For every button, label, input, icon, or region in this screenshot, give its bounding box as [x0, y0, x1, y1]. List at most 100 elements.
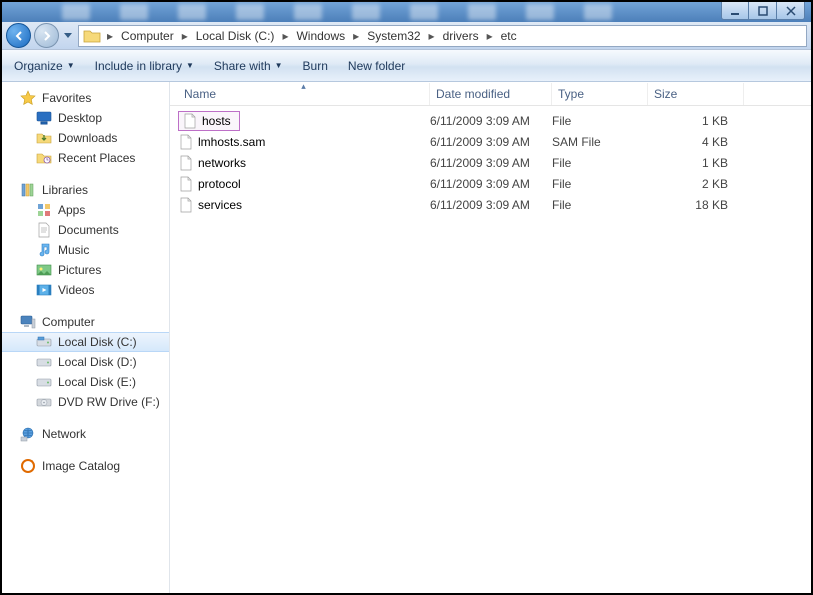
organize-menu[interactable]: Organize ▼: [14, 59, 75, 73]
file-size: 2 KB: [648, 177, 744, 191]
breadcrumb-item[interactable]: Windows: [292, 29, 349, 43]
breadcrumb[interactable]: ▸ Computer ▸ Local Disk (C:) ▸ Windows ▸…: [78, 25, 807, 47]
file-row[interactable]: networks 6/11/2009 3:09 AM File 1 KB: [178, 152, 811, 173]
column-header-type[interactable]: Type: [552, 83, 648, 105]
chevron-right-icon[interactable]: ▸: [178, 29, 192, 43]
file-date: 6/11/2009 3:09 AM: [430, 114, 552, 128]
column-header-size[interactable]: Size: [648, 83, 744, 105]
file-type: File: [552, 177, 648, 191]
chevron-down-icon: ▼: [275, 61, 283, 70]
favorites-header[interactable]: Favorites: [2, 88, 169, 108]
sidebar-item-label: Music: [58, 243, 89, 257]
close-button[interactable]: [777, 2, 805, 20]
minimize-button[interactable]: [721, 2, 749, 20]
chevron-down-icon: ▼: [186, 61, 194, 70]
sidebar-item-downloads[interactable]: Downloads: [2, 128, 169, 148]
star-icon: [20, 90, 36, 106]
file-size: 4 KB: [648, 135, 744, 149]
include-library-menu[interactable]: Include in library▼: [95, 59, 194, 73]
apps-icon: [36, 202, 52, 218]
file-type: File: [552, 198, 648, 212]
disk-icon: [36, 374, 52, 390]
file-icon: [178, 197, 194, 213]
sidebar-item-music[interactable]: Music: [2, 240, 169, 260]
chevron-right-icon[interactable]: ▸: [103, 29, 117, 43]
file-row[interactable]: lmhosts.sam 6/11/2009 3:09 AM SAM File 4…: [178, 131, 811, 152]
file-name: services: [198, 198, 242, 212]
file-icon: [182, 113, 198, 129]
column-header-name[interactable]: Name ▴: [178, 83, 430, 105]
sort-ascending-icon: ▴: [301, 81, 306, 92]
forward-button[interactable]: [34, 23, 59, 48]
sidebar-item-desktop[interactable]: Desktop: [2, 108, 169, 128]
pictures-icon: [36, 262, 52, 278]
file-size: 1 KB: [648, 114, 744, 128]
chevron-right-icon[interactable]: ▸: [483, 29, 497, 43]
dvd-icon: [36, 394, 52, 410]
navigation-pane: Favorites Desktop Downloads Recent Place…: [2, 82, 170, 593]
libraries-label: Libraries: [42, 183, 88, 197]
breadcrumb-item[interactable]: etc: [497, 29, 521, 43]
sidebar-item-label: Recent Places: [58, 151, 135, 165]
sidebar-item-recent-places[interactable]: Recent Places: [2, 148, 169, 168]
sidebar-item-label: Desktop: [58, 111, 102, 125]
sidebar-item-local-disk-c[interactable]: Local Disk (C:): [2, 332, 169, 352]
file-type: File: [552, 156, 648, 170]
network-label: Network: [42, 427, 86, 441]
sidebar-item-label: Local Disk (D:): [58, 355, 137, 369]
libraries-header[interactable]: Libraries: [2, 180, 169, 200]
window-titlebar: [2, 2, 811, 22]
sidebar-item-local-disk-d[interactable]: Local Disk (D:): [2, 352, 169, 372]
maximize-button[interactable]: [749, 2, 777, 20]
breadcrumb-item[interactable]: Computer: [117, 29, 178, 43]
breadcrumb-item[interactable]: drivers: [439, 29, 483, 43]
chevron-right-icon[interactable]: ▸: [349, 29, 363, 43]
column-header-date[interactable]: Date modified: [430, 83, 552, 105]
disk-icon: [36, 334, 52, 350]
command-toolbar: Organize ▼ Include in library▼ Share with…: [2, 50, 811, 82]
chevron-down-icon: ▼: [67, 61, 75, 70]
disk-icon: [36, 354, 52, 370]
sidebar-item-local-disk-e[interactable]: Local Disk (E:): [2, 372, 169, 392]
sidebar-item-pictures[interactable]: Pictures: [2, 260, 169, 280]
file-row[interactable]: protocol 6/11/2009 3:09 AM File 2 KB: [178, 173, 811, 194]
file-name: networks: [198, 156, 246, 170]
file-row[interactable]: hosts 6/11/2009 3:09 AM File 1 KB: [178, 110, 811, 131]
sidebar-item-label: Local Disk (C:): [58, 335, 137, 349]
navigation-bar: ▸ Computer ▸ Local Disk (C:) ▸ Windows ▸…: [2, 22, 811, 50]
network-icon: [20, 426, 36, 442]
catalog-icon: [20, 458, 36, 474]
column-label: Name: [184, 87, 216, 101]
share-label: Share with: [214, 59, 271, 73]
computer-header[interactable]: Computer: [2, 312, 169, 332]
computer-icon: [20, 314, 36, 330]
file-icon: [178, 134, 194, 150]
image-catalog-header[interactable]: Image Catalog: [2, 456, 169, 476]
history-dropdown-icon[interactable]: [62, 25, 74, 47]
new-folder-button[interactable]: New folder: [348, 59, 405, 73]
breadcrumb-item[interactable]: System32: [363, 29, 424, 43]
downloads-icon: [36, 130, 52, 146]
sidebar-item-apps[interactable]: Apps: [2, 200, 169, 220]
share-with-menu[interactable]: Share with ▼: [214, 59, 283, 73]
organize-label: Organize: [14, 59, 63, 73]
sidebar-item-videos[interactable]: Videos: [2, 280, 169, 300]
network-header[interactable]: Network: [2, 424, 169, 444]
desktop-icon: [36, 110, 52, 126]
videos-icon: [36, 282, 52, 298]
sidebar-item-label: Local Disk (E:): [58, 375, 136, 389]
computer-label: Computer: [42, 315, 95, 329]
chevron-right-icon[interactable]: ▸: [278, 29, 292, 43]
chevron-right-icon[interactable]: ▸: [425, 29, 439, 43]
folder-icon: [83, 28, 101, 44]
back-button[interactable]: [6, 23, 31, 48]
file-list: hosts 6/11/2009 3:09 AM File 1 KB lmhost…: [170, 106, 811, 593]
burn-button[interactable]: Burn: [303, 59, 328, 73]
favorites-label: Favorites: [42, 91, 91, 105]
file-type: File: [552, 114, 648, 128]
sidebar-item-documents[interactable]: Documents: [2, 220, 169, 240]
file-row[interactable]: services 6/11/2009 3:09 AM File 18 KB: [178, 194, 811, 215]
sidebar-item-dvd-drive[interactable]: DVD RW Drive (F:) M: [2, 392, 169, 412]
breadcrumb-item[interactable]: Local Disk (C:): [192, 29, 279, 43]
sidebar-item-label: DVD RW Drive (F:) M: [58, 395, 159, 409]
